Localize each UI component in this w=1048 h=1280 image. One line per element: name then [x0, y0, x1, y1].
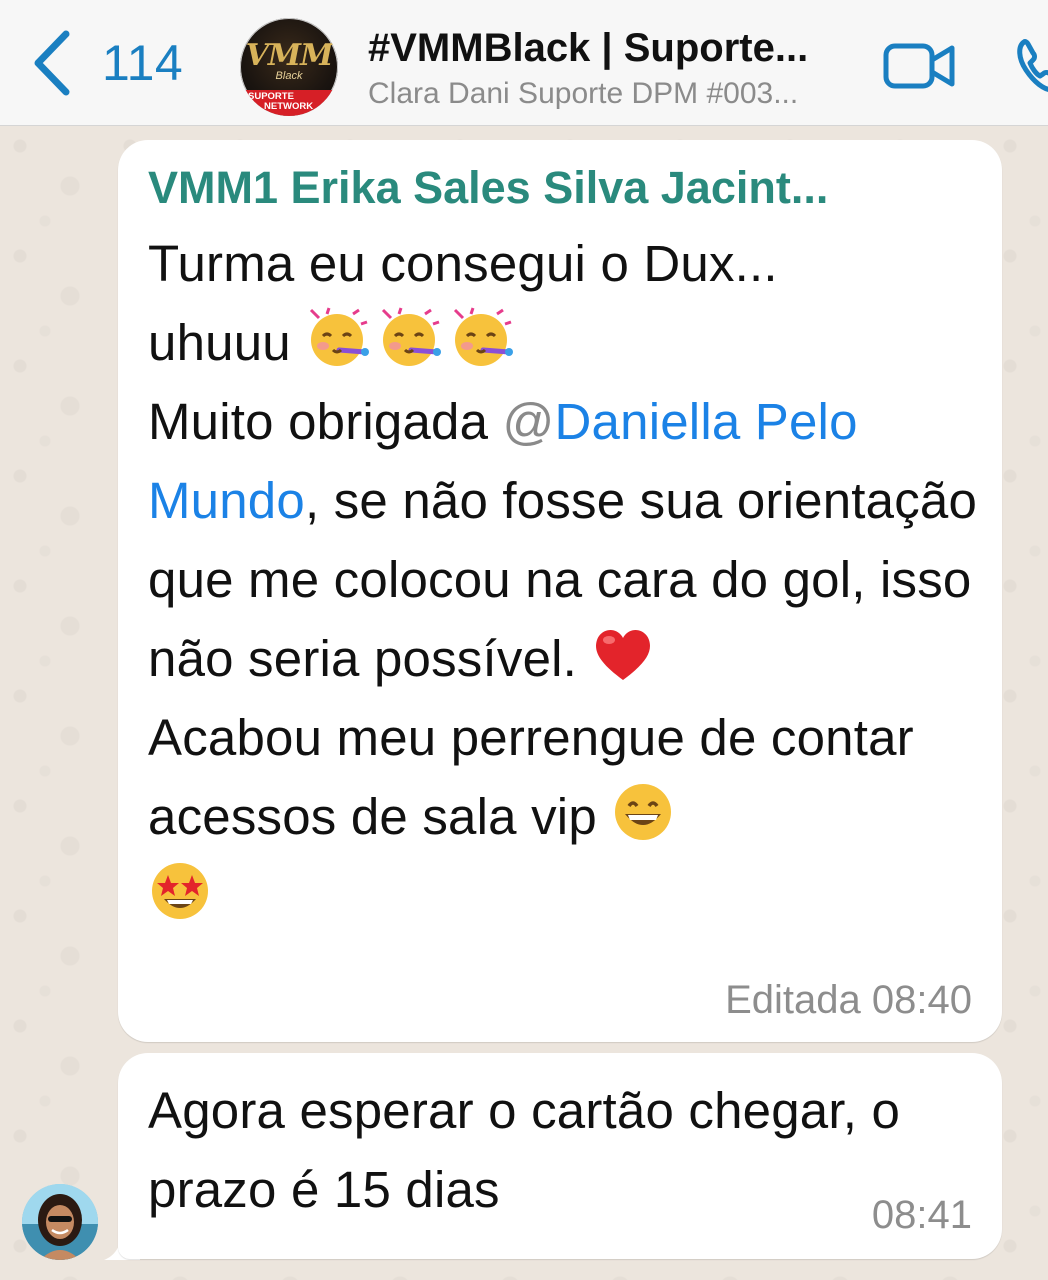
avatar-photo	[22, 1184, 98, 1260]
partying-face-emoji	[310, 307, 370, 366]
phone-icon[interactable]	[1014, 36, 1048, 96]
sender-name[interactable]: VMM1 Erika Sales Silva Jacint...	[148, 162, 968, 214]
avatar-band-text: SUPORTE NETWORK	[248, 92, 338, 112]
sender-avatar[interactable]	[22, 1184, 98, 1260]
message-bubble[interactable]: Agora esperar o cartão chegar, o prazo é…	[118, 1053, 1002, 1259]
star-struck-emoji	[152, 863, 208, 919]
grinning-face-emoji	[615, 784, 672, 840]
back-button[interactable]: 114	[30, 28, 183, 98]
message-text: Turma eu consegui o Dux... uhuuu Muito o…	[148, 224, 988, 935]
group-avatar[interactable]: VMM Black SUPORTE NETWORK	[240, 18, 338, 116]
group-participants: Clara Dani Suporte DPM #003...	[368, 77, 799, 110]
mention-at-sign: @	[502, 393, 555, 450]
message-bubble[interactable]: VMM1 Erika Sales Silva Jacint... Turma e…	[118, 140, 1002, 1042]
partying-face-emoji	[454, 307, 514, 366]
edited-label: Editada	[725, 978, 861, 1022]
message-line: Muito obrigada	[148, 393, 503, 450]
message-meta: Editada 08:40	[725, 978, 972, 1023]
message-line: Acabou meu perrengue de contar acessos d…	[148, 709, 914, 845]
partying-face-emoji	[382, 307, 442, 366]
message-time: 08:41	[871, 1193, 972, 1237]
message-text: Agora esperar o cartão chegar, o prazo é…	[148, 1082, 901, 1218]
chat-title-block[interactable]: #VMMBlack | Suporte... Clara Dani Suport…	[368, 24, 858, 114]
avatar-logo-text: VMM	[245, 38, 334, 73]
avatar-band-line2: NETWORK	[264, 101, 314, 112]
video-camera-icon[interactable]	[882, 38, 956, 94]
unread-count: 114	[102, 35, 184, 91]
group-name: #VMMBlack | Suporte...	[368, 26, 809, 70]
avatar-logo-subtext: Black	[275, 70, 303, 82]
message-time: 08:40	[871, 978, 972, 1022]
message-line: uhuuu	[148, 314, 291, 371]
red-heart-emoji	[596, 629, 651, 680]
chevron-left-icon	[34, 30, 70, 96]
chat-header: 114 VMM Black SUPORTE NETWORK #VMMBlack …	[0, 0, 1048, 126]
message-line: Turma eu consegui o Dux...	[148, 235, 778, 292]
